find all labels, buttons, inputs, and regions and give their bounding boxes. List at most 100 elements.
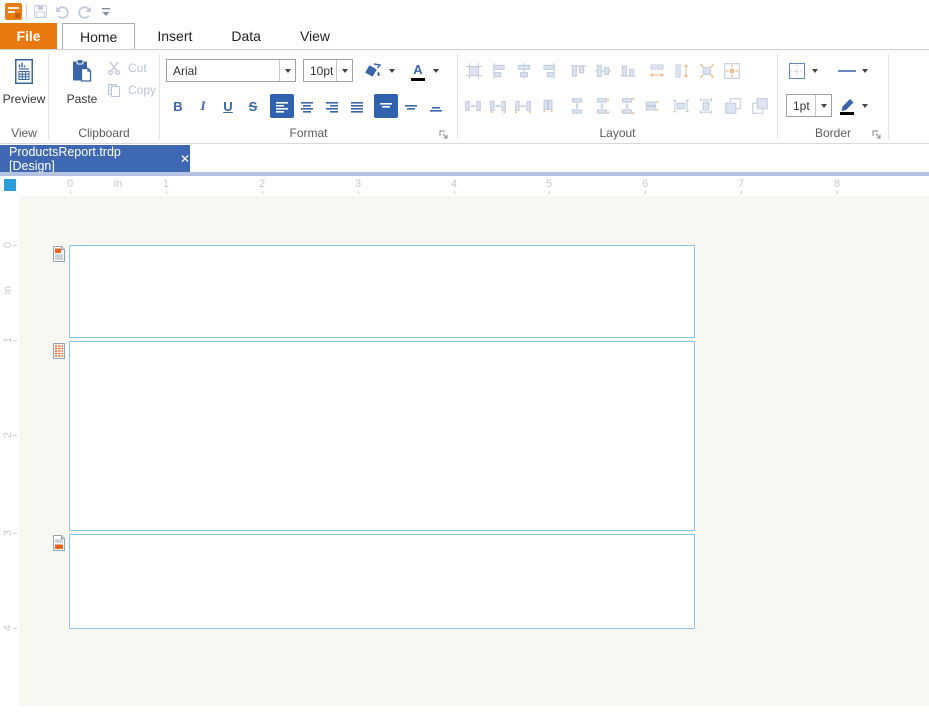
align-lefts-icon[interactable] [488, 60, 510, 82]
close-icon[interactable]: ✕ [180, 152, 190, 166]
horizontal-ruler-mark: 5 [546, 178, 552, 190]
bring-to-front-icon[interactable] [722, 95, 744, 117]
underline-button[interactable]: U [216, 94, 240, 118]
tab-insert[interactable]: Insert [140, 23, 209, 49]
tab-view[interactable]: View [283, 23, 347, 49]
font-name-value: Arial [167, 64, 279, 78]
tab-home[interactable]: Home [62, 23, 135, 49]
border-color-dropdown-icon[interactable] [858, 94, 872, 118]
ribbon: Preview View Paste Cut Copy Clipboard A [0, 49, 929, 144]
preview-button[interactable]: Preview [3, 55, 45, 121]
border-width-value: 1pt [787, 99, 815, 113]
font-color-button[interactable]: A [407, 59, 443, 83]
page-footer-section-icon[interactable] [52, 534, 66, 552]
align-bottom-icon[interactable] [424, 94, 448, 118]
bottom-strip [0, 706, 929, 715]
design-canvas[interactable] [19, 196, 929, 706]
customize-quick-access-icon[interactable] [95, 2, 117, 22]
font-name-combobox[interactable]: Arial [166, 59, 296, 82]
document-tab[interactable]: ProductsReport.trdp [Design] ✕ [0, 145, 190, 172]
paste-button[interactable]: Paste [61, 55, 103, 121]
border-dialog-launcher-icon[interactable] [872, 127, 884, 139]
borders-icon [786, 59, 808, 83]
send-to-back-icon[interactable] [749, 95, 771, 117]
ruler-tick [549, 191, 550, 194]
border-group: 1pt Border [778, 50, 888, 143]
undo-icon[interactable] [51, 2, 73, 22]
decrease-horizontal-spacing-icon[interactable] [512, 95, 534, 117]
border-width-combobox[interactable]: 1pt [786, 94, 832, 117]
snap-to-grid-icon[interactable] [463, 60, 485, 82]
background-color-button[interactable] [363, 59, 399, 83]
align-bottoms-icon[interactable] [617, 60, 639, 82]
document-tab-title: ProductsReport.trdp [Design] [9, 145, 166, 173]
align-right-icon[interactable] [320, 94, 344, 118]
strikethrough-button[interactable]: S [241, 94, 265, 118]
ruler-tick [358, 191, 359, 194]
font-name-dropdown-icon[interactable] [279, 60, 295, 81]
preview-icon [11, 58, 37, 89]
background-color-icon [363, 59, 385, 83]
ruler-tick [262, 191, 263, 194]
horizontal-ruler-mark: 8 [834, 178, 840, 190]
ribbon-tabs-row: File Home Insert Data View [0, 23, 929, 49]
fit-height-to-container-icon[interactable] [695, 95, 717, 117]
center-in-form-icon[interactable] [721, 60, 743, 82]
border-color-icon [836, 94, 858, 118]
increase-horizontal-spacing-icon[interactable] [487, 95, 509, 117]
align-tops-icon[interactable] [567, 60, 589, 82]
copy-button[interactable]: Copy [106, 80, 156, 100]
borders-dropdown-icon[interactable] [808, 59, 822, 83]
remove-vertical-spacing-icon[interactable] [641, 95, 663, 117]
format-group: Arial 10pt A B I U S Format [160, 50, 457, 143]
italic-button[interactable]: I [191, 94, 215, 118]
detail-section-icon[interactable] [52, 342, 66, 360]
ruler-tick [13, 628, 17, 629]
file-tab[interactable]: File [0, 23, 57, 49]
border-color-button[interactable] [836, 94, 872, 118]
bold-button[interactable]: B [166, 94, 190, 118]
borders-button[interactable] [786, 59, 822, 83]
cut-button[interactable]: Cut [106, 58, 147, 78]
remove-horizontal-spacing-icon[interactable] [537, 95, 559, 117]
page-footer-section[interactable] [69, 534, 695, 629]
cut-icon [106, 60, 124, 76]
make-same-width-icon[interactable] [646, 60, 668, 82]
align-justify-icon[interactable] [345, 94, 369, 118]
align-rights-icon[interactable] [538, 60, 560, 82]
copy-label: Copy [128, 83, 156, 97]
align-middles-icon[interactable] [592, 60, 614, 82]
app-icon[interactable] [2, 2, 24, 22]
fit-width-to-container-icon[interactable] [670, 95, 692, 117]
increase-vertical-spacing-icon[interactable] [591, 95, 613, 117]
equal-vertical-spacing-icon[interactable] [566, 95, 588, 117]
ruler-tick [837, 191, 838, 194]
line-style-dropdown-icon[interactable] [858, 59, 872, 83]
detail-section[interactable] [69, 341, 695, 531]
background-color-dropdown-icon[interactable] [385, 59, 399, 83]
make-same-size-icon[interactable] [696, 60, 718, 82]
page-header-section[interactable] [69, 245, 695, 338]
save-icon[interactable] [29, 2, 51, 22]
align-top-icon[interactable] [374, 94, 398, 118]
tab-data[interactable]: Data [214, 23, 278, 49]
font-color-icon: A [407, 59, 429, 83]
page-header-section-icon[interactable] [52, 245, 66, 263]
align-centers-icon[interactable] [513, 60, 535, 82]
ruler-tick [13, 245, 17, 246]
align-center-icon[interactable] [295, 94, 319, 118]
border-width-dropdown-icon[interactable] [815, 95, 831, 116]
font-color-dropdown-icon[interactable] [429, 59, 443, 83]
line-style-button[interactable] [836, 59, 872, 83]
font-size-dropdown-icon[interactable] [336, 60, 352, 81]
align-left-icon[interactable] [270, 94, 294, 118]
redo-icon[interactable] [73, 2, 95, 22]
make-same-height-icon[interactable] [671, 60, 693, 82]
font-size-combobox[interactable]: 10pt [303, 59, 353, 82]
format-dialog-launcher-icon[interactable] [439, 127, 451, 139]
view-group-label: View [0, 126, 48, 140]
decrease-vertical-spacing-icon[interactable] [616, 95, 638, 117]
align-middle-icon[interactable] [399, 94, 423, 118]
horizontal-ruler-mark: 0 [67, 178, 73, 190]
equal-horizontal-spacing-icon[interactable] [462, 95, 484, 117]
